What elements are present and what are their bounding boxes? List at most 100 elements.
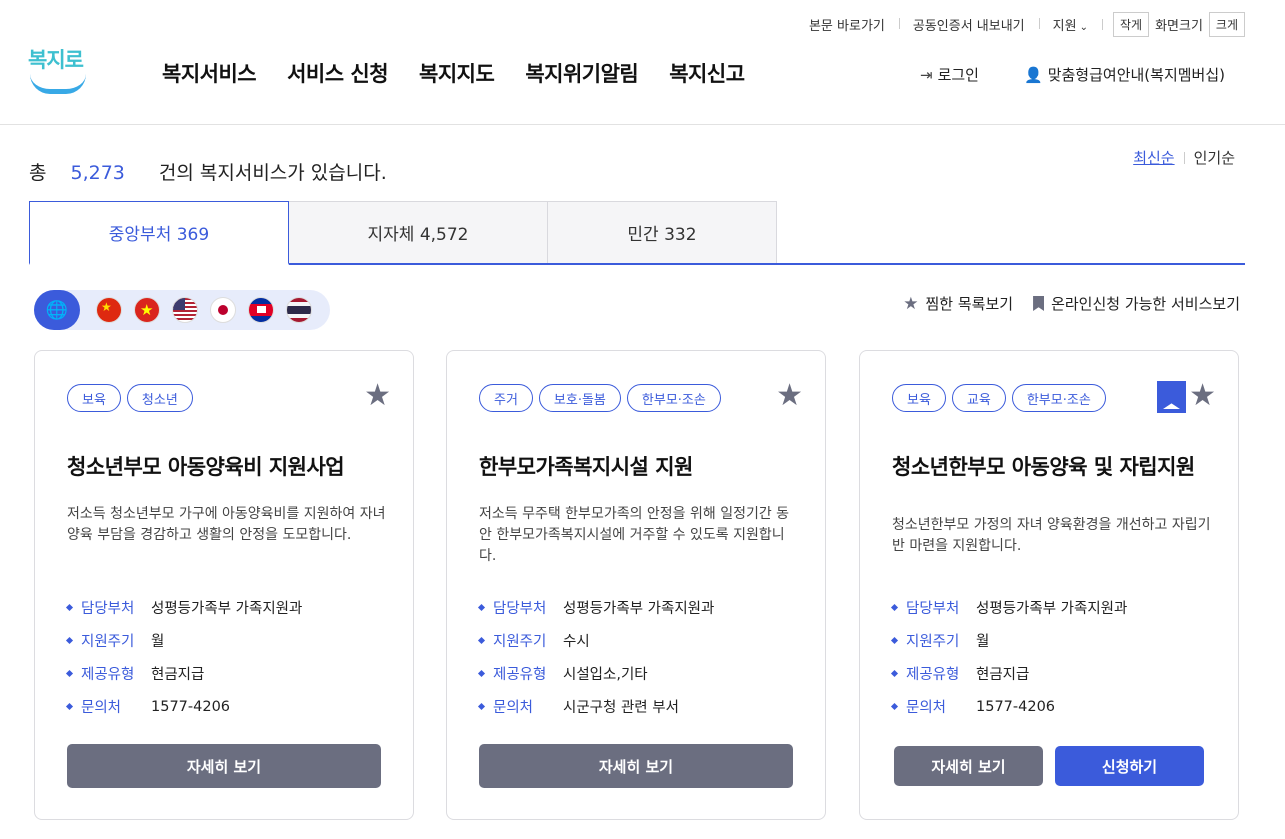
tag: 보육 (892, 384, 946, 412)
online-apply-filter[interactable]: 온라인신청 가능한 서비스보기 (1033, 293, 1240, 314)
font-small-button[interactable]: 작게 (1112, 12, 1150, 37)
meta-value: 시군구청 관련 부서 (563, 700, 679, 716)
detail-button[interactable]: 자세히 보기 (894, 746, 1043, 786)
cambodia-flag-icon[interactable] (248, 297, 274, 323)
tag-list: 주거 보호·돌봄 한부모·조손 (479, 384, 721, 412)
globe-icon[interactable]: 🌐 (34, 290, 80, 330)
count-suffix: 건의 복지서비스가 있습니다. (158, 162, 387, 184)
meta-label: 제공유형 (493, 667, 547, 683)
nav-welfare-services[interactable]: 복지서비스 (162, 58, 257, 88)
meta-row: 지원주기 월 (890, 624, 1127, 657)
nav-welfare-map[interactable]: 복지지도 (419, 58, 495, 88)
tab-central[interactable]: 중앙부처 369 (29, 201, 289, 265)
sort-latest[interactable]: 최신순 (1133, 147, 1174, 168)
site-header: 본문 바로가기 공동인증서 내보내기 지원 ⌄ 작게 화면크기 크게 복지로 복지… (0, 0, 1285, 125)
bullet-icon (65, 702, 74, 711)
card-meta: 담당부처 성평등가족부 가족지원과 지원주기 수시 제공유형 시설입소,기타 문의처 시… (477, 591, 715, 723)
card-title: 한부모가족복지시설 지원 (479, 455, 693, 479)
bullet-icon (477, 669, 486, 678)
favorites-filter[interactable]: ★ 찜한 목록보기 (903, 293, 1013, 314)
list-filters: ★ 찜한 목록보기 온라인신청 가능한 서비스보기 (903, 293, 1240, 314)
meta-row: 제공유형 현금지급 (65, 657, 302, 690)
tag-list: 보육 청소년 (67, 384, 193, 412)
membership-link[interactable]: 👤 맞춤형급여안내(복지멤버십) (1024, 64, 1225, 85)
login-link[interactable]: ⇥ 로그인 (920, 64, 979, 85)
meta-value: 1577-4206 (976, 698, 1056, 715)
bullet-icon (890, 636, 899, 645)
meta-row: 문의처 시군구청 관련 부서 (477, 690, 714, 723)
site-logo[interactable]: 복지로 (28, 44, 90, 96)
meta-row: 제공유형 현금지급 (890, 657, 1127, 690)
chevron-down-icon: ⌄ (1079, 22, 1088, 33)
category-tabs: 중앙부처 369 지자체 4,572 민간 332 (29, 201, 1245, 265)
meta-label: 문의처 (906, 700, 947, 716)
meta-value: 성평등가족부 가족지원과 (563, 601, 715, 617)
user-plus-icon: 👤 (1024, 65, 1043, 84)
main-nav: 복지서비스 서비스 신청 복지지도 복지위기알림 복지신고 (162, 58, 745, 88)
font-large-button[interactable]: 크게 (1208, 12, 1245, 37)
membership-label: 맞춤형급여안내(복지멤버십) (1047, 66, 1225, 84)
card-title: 청소년한부모 아동양육 및 자립지원 (892, 455, 1195, 479)
card-description: 청소년한부모 가정의 자녀 양육환경을 개선하고 자립기반 마련을 지원합니다. (892, 517, 1211, 554)
bullet-icon (477, 702, 486, 711)
detail-button[interactable]: 자세히 보기 (67, 744, 381, 788)
nav-welfare-report[interactable]: 복지신고 (669, 58, 745, 88)
nav-crisis-alert[interactable]: 복지위기알림 (525, 58, 638, 88)
meta-label: 제공유형 (81, 667, 135, 683)
tab-private[interactable]: 민간 332 (547, 201, 777, 263)
divider (1101, 19, 1103, 30)
meta-value: 1577-4206 (151, 698, 231, 715)
tab-local[interactable]: 지자체 4,572 (288, 201, 548, 263)
card-description: 저소득 무주택 한부모가족의 안정을 위해 일정기간 동안 한부모가족복지시설에… (479, 506, 790, 564)
meta-row: 제공유형 시설입소,기타 (477, 657, 714, 690)
sort-options: 최신순 인기순 (1133, 147, 1235, 168)
total-count: 5,273 (70, 162, 125, 184)
cert-export-link[interactable]: 공동인증서 내보내기 (898, 15, 1039, 34)
meta-row: 지원주기 수시 (477, 624, 714, 657)
meta-label: 지원주기 (493, 634, 547, 650)
meta-label: 지원주기 (906, 634, 960, 650)
meta-value: 월 (151, 634, 165, 650)
bullet-icon (65, 636, 74, 645)
tag: 보육 (67, 384, 121, 412)
meta-label: 제공유형 (906, 667, 960, 683)
star-icon: ★ (903, 293, 919, 314)
detail-button[interactable]: 자세히 보기 (479, 744, 793, 788)
skip-to-content-link[interactable]: 본문 바로가기 (795, 15, 899, 34)
usa-flag-icon[interactable] (172, 297, 198, 323)
bullet-icon (890, 702, 899, 711)
divider (1183, 151, 1185, 164)
bullet-icon (65, 603, 74, 612)
star-icon[interactable]: ★ (364, 381, 391, 411)
sort-popular[interactable]: 인기순 (1194, 147, 1235, 168)
meta-value: 시설입소,기타 (563, 667, 648, 683)
vietnam-flag-icon[interactable] (134, 297, 160, 323)
meta-label: 담당부처 (493, 601, 547, 617)
meta-label: 문의처 (81, 700, 122, 716)
login-icon: ⇥ (920, 65, 933, 84)
language-selector: 🌐 (34, 290, 330, 330)
japan-flag-icon[interactable] (210, 297, 236, 323)
card-meta: 담당부처 성평등가족부 가족지원과 지원주기 월 제공유형 현금지급 문의처 1577-… (890, 591, 1127, 723)
tag: 교육 (951, 384, 1006, 412)
meta-row: 담당부처 성평등가족부 가족지원과 (890, 591, 1127, 624)
meta-value: 수시 (563, 634, 590, 650)
logo-smile-icon (30, 74, 86, 94)
meta-row: 담당부처 성평등가족부 가족지원과 (477, 591, 715, 624)
utility-bar: 본문 바로가기 공동인증서 내보내기 지원 ⌄ 작게 화면크기 크게 (795, 12, 1245, 37)
thailand-flag-icon[interactable] (286, 297, 312, 323)
nav-service-apply[interactable]: 서비스 신청 (287, 58, 388, 88)
meta-value: 현금지급 (976, 667, 1030, 683)
meta-label: 문의처 (493, 700, 534, 716)
meta-label: 지원주기 (81, 634, 135, 650)
tag: 주거 (479, 384, 533, 412)
star-icon[interactable]: ★ (1189, 381, 1216, 411)
meta-value: 월 (976, 634, 990, 650)
login-label: 로그인 (937, 66, 979, 84)
star-icon[interactable]: ★ (776, 381, 803, 411)
support-menu[interactable]: 지원 ⌄ (1038, 15, 1102, 34)
service-card: 보육 교육 한부모·조손 ★ 청소년한부모 아동양육 및 자립지원 청소년한부모… (859, 350, 1239, 820)
china-flag-icon[interactable] (96, 297, 122, 323)
apply-button[interactable]: 신청하기 (1055, 746, 1204, 786)
bullet-icon (477, 636, 486, 645)
